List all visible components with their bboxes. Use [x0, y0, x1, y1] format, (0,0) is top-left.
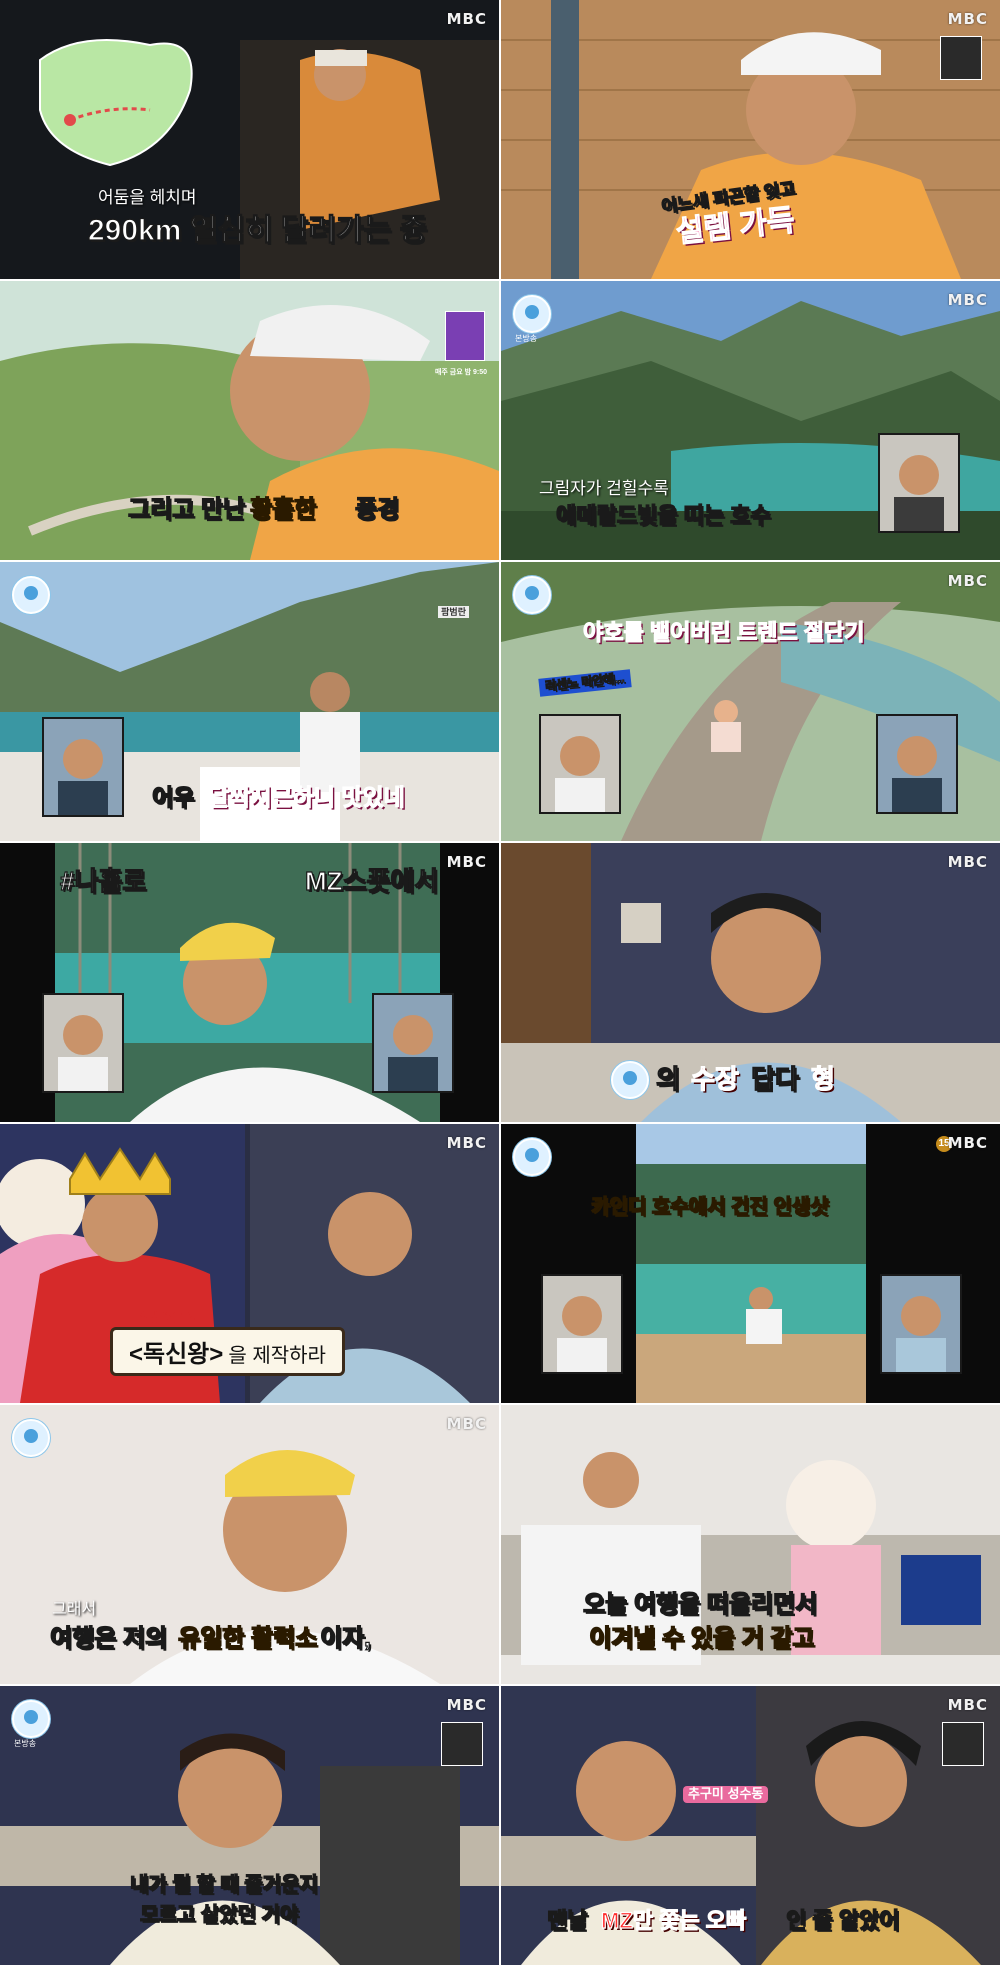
- panel-lakeside-cafe: 팜범란 어우 달짝지근하니 맛있네: [0, 562, 499, 841]
- corner-schedule-badge: [445, 311, 485, 361]
- studio-reaction-inset-right: [880, 1274, 962, 1374]
- mbc-watermark: MBC: [446, 1134, 487, 1152]
- caption-line-2: 에메랄드빛을 띠는 호수: [555, 502, 771, 528]
- mbc-watermark: MBC: [446, 853, 487, 871]
- panel-riverbed-jump: MBC 야호를 뱉어버린 트렌드 절단기 리센느 미안해...: [501, 562, 1000, 841]
- caption-line-1: 그리고 만난: [127, 495, 246, 523]
- show-logo: [12, 576, 50, 614]
- caption-line-2: 290km 열심히 달려가는 중: [87, 213, 428, 247]
- caption-title: 카인디 호수에서 건진 인생샷: [590, 1195, 829, 1218]
- studio-reaction-inset: [42, 717, 124, 817]
- rebroadcast-tag: 본방송: [14, 1739, 37, 1748]
- caption-highlight: 황홀한: [249, 495, 317, 523]
- show-logo: [513, 1138, 551, 1176]
- mbc-watermark: MBC: [947, 1134, 988, 1152]
- studio-reaction-inset: [878, 433, 960, 533]
- caption-line-3: 풍경: [354, 495, 400, 523]
- show-logo: [513, 295, 551, 333]
- studio-reaction-inset-left: [42, 993, 124, 1093]
- caption-title: 야호를 뱉어버린 트렌드 절단기: [582, 619, 865, 645]
- caption-line-1: 맨날: [546, 1907, 588, 1933]
- corner-poster-thumbnail: [942, 1722, 984, 1766]
- panel-studio-duo: MBC 추구미 성수동 맨날 MZ만 쫓는 오빠 인 줄 알았어: [501, 1686, 1000, 1965]
- caption-line-1: 그림자가 걷힐수록: [539, 479, 669, 498]
- panel-studio-host: 본방송 MBC 내가 뭘 할 때 즐거운지 모르고 살았던 거야: [0, 1686, 499, 1965]
- caption-hashtag: #나홀로: [59, 866, 147, 897]
- caption-line-4: 형: [810, 1064, 835, 1095]
- show-logo-inline: [611, 1061, 649, 1099]
- caption-highlight: 달짝지근하니 맛있네: [207, 783, 405, 810]
- caption-line-3: 답다: [750, 1064, 799, 1095]
- mbc-watermark: MBC: [947, 291, 988, 309]
- decree-scroll-banner: <독신왕> 을 제작하라: [110, 1327, 345, 1376]
- caption-line-1: 오늘 여행을 떠올리면서: [582, 1590, 818, 1618]
- caption-particle: 의: [655, 1064, 680, 1095]
- caption-highlight: 수장: [690, 1064, 739, 1095]
- panel-night-drive: MBC 어둠을 헤치며 290km 열심히 달려가는 중: [0, 0, 499, 279]
- caption-line-3: 을 제작하라: [228, 1345, 326, 1367]
- caption-line-2: 여행은 저의: [49, 1624, 168, 1652]
- caption-line-2: 이겨낼 수 있을 거 같고: [588, 1624, 815, 1652]
- studio-reaction-inset-right: [876, 714, 958, 814]
- studio-reaction-inset-right: [372, 993, 454, 1093]
- caption-line-1: 어둠을 헤치며: [98, 188, 197, 207]
- caption-line-1: 그래서: [52, 1601, 97, 1618]
- corner-name-tag: 팜범란: [438, 606, 469, 619]
- caption-line-2: MZ스폿에서: [304, 866, 439, 897]
- mbc-watermark: MBC: [947, 1696, 988, 1714]
- show-logo: [12, 1700, 50, 1738]
- rebroadcast-tag: 본방송: [515, 334, 538, 343]
- screenshot-grid: MBC 어둠을 헤치며 290km 열심히 달려가는 중 MBC 어느새 피곤함…: [0, 0, 1000, 1966]
- show-logo: [12, 1419, 50, 1457]
- panel-sofa-bear: 오늘 여행을 떠올리면서 이겨낼 수 있을 거 같고: [501, 1405, 1000, 1684]
- caption-decree-number: 칙령(?) 1호: [136, 1309, 200, 1324]
- panel-selfie-forest: MBC #나홀로 MZ스폿에서: [0, 843, 499, 1122]
- panel-interview-yellow-cap: MBC 그래서 여행은 저의 유일한 활력소 이자,: [0, 1405, 499, 1684]
- panel-scenery-reaction: 매주 금요 밤 9:50 그리고 만난 황홀한 풍경: [0, 281, 499, 560]
- caption-line-1: 내가 뭘 할 때 즐거운지: [129, 1873, 318, 1896]
- caption-line-2: 모르고 살았던 거야: [139, 1903, 299, 1926]
- panel-king-decree: MBC 칙령(?) 1호 <독신왕> 을 제작하라: [0, 1124, 499, 1403]
- studio-reaction-inset-left: [539, 714, 621, 814]
- caption-line-4: 인 줄 알았어: [785, 1907, 900, 1933]
- studio-reaction-inset-left: [541, 1274, 623, 1374]
- caption-line-1: 어우: [151, 783, 195, 810]
- panel-excited-driver: MBC 어느새 피곤함 잊고 설렘 가득: [501, 0, 1000, 279]
- caption-tag: 추구미 성수동: [683, 1786, 769, 1803]
- mbc-watermark: MBC: [947, 572, 988, 590]
- panel-studio-guest: MBC 의 수장 답다 형: [501, 843, 1000, 1122]
- panel-emerald-lake: 본방송 MBC 그림자가 걷힐수록 에메랄드빛을 띠는 호수: [501, 281, 1000, 560]
- caption-highlight: 유일한 활력소: [177, 1624, 318, 1652]
- mbc-watermark: MBC: [947, 853, 988, 871]
- schedule-text: 매주 금요 밤 9:50: [434, 369, 487, 376]
- corner-poster-thumbnail: [940, 36, 982, 80]
- show-logo: [513, 576, 551, 614]
- mbc-watermark: MBC: [446, 10, 487, 28]
- caption-title: <독신왕>: [129, 1341, 224, 1368]
- caption-highlight: MZ만 쫓는 오빠: [600, 1907, 747, 1933]
- caption-line-4: 이자,: [319, 1624, 371, 1652]
- mbc-watermark: MBC: [446, 1696, 487, 1714]
- corner-poster-thumbnail: [441, 1722, 483, 1766]
- mbc-watermark: MBC: [947, 10, 988, 28]
- panel-kaindy-lake-photo: 15 MBC 카인디 호수에서 건진 인생샷: [501, 1124, 1000, 1403]
- mbc-watermark: MBC: [446, 1415, 487, 1433]
